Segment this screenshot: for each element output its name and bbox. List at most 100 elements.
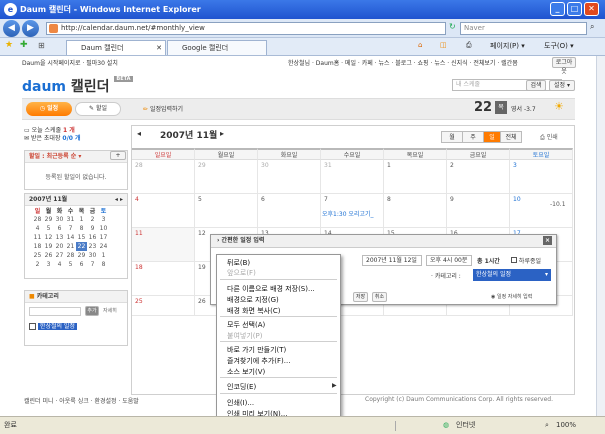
- tools-menu[interactable]: 도구(O) ▾: [544, 41, 574, 51]
- day-cell[interactable]: 8: [384, 194, 447, 228]
- allday-checkbox[interactable]: [511, 257, 517, 263]
- todo-add-button[interactable]: +: [110, 151, 126, 160]
- refresh-icon[interactable]: ↻: [449, 22, 456, 31]
- add-favorite-icon[interactable]: ✚: [20, 40, 28, 50]
- tab-todo[interactable]: ✎ 할일: [75, 102, 121, 116]
- day-cell[interactable]: 1: [384, 160, 447, 194]
- menu-item[interactable]: 인코딩(E): [227, 382, 256, 392]
- mini-day[interactable]: 2: [32, 260, 43, 269]
- time-input[interactable]: 오후 4시 00분: [426, 255, 472, 266]
- mini-day[interactable]: 30: [54, 215, 65, 224]
- mini-day[interactable]: 1: [76, 215, 87, 224]
- menu-item[interactable]: 바로 가기 만들기(T): [227, 345, 286, 355]
- browser-search-input[interactable]: Naver: [460, 22, 587, 35]
- mini-day[interactable]: 5: [65, 260, 76, 269]
- menu-item[interactable]: 뒤로(B): [227, 258, 250, 268]
- sidebar-bottom-links[interactable]: 캘린더 미니 · 아웃룩 싱크 · 환경설정 · 도움말: [24, 396, 139, 405]
- mini-day[interactable]: 12: [43, 233, 54, 242]
- view-button-0[interactable]: 월: [441, 131, 463, 143]
- home-icon[interactable]: ⌂: [418, 41, 422, 49]
- feeds-icon[interactable]: ◫: [440, 41, 447, 49]
- category-name-input[interactable]: [29, 307, 81, 316]
- day-cell[interactable]: 25: [132, 296, 195, 316]
- mini-day[interactable]: 8: [98, 260, 109, 269]
- mini-day[interactable]: 29: [43, 215, 54, 224]
- mini-day[interactable]: 27: [54, 251, 65, 260]
- zoom-icon[interactable]: ⌕: [545, 417, 549, 433]
- prev-month-icon[interactable]: ◂: [137, 129, 141, 138]
- day-cell[interactable]: 2: [447, 160, 510, 194]
- maximize-button[interactable]: □: [567, 2, 582, 16]
- favorites-star-icon[interactable]: ★: [5, 40, 13, 50]
- mini-day[interactable]: 20: [54, 242, 65, 251]
- mini-day[interactable]: 21: [65, 242, 76, 251]
- menu-item[interactable]: 인쇄(I)...: [227, 398, 254, 408]
- mini-day[interactable]: 4: [32, 224, 43, 233]
- url-input[interactable]: http://calendar.daum.net/#monthly_view: [46, 22, 446, 35]
- mini-calendar-nav-icon[interactable]: ◂ ▸: [115, 194, 123, 205]
- mini-day[interactable]: 17: [98, 233, 109, 242]
- mini-day[interactable]: 19: [43, 242, 54, 251]
- tab-list-icon[interactable]: ⊞: [38, 41, 45, 50]
- search-button[interactable]: 검색: [526, 80, 546, 91]
- mini-day[interactable]: 25: [32, 251, 43, 260]
- category-checkbox[interactable]: [29, 323, 36, 330]
- category-manage-link[interactable]: 자세히: [103, 307, 117, 314]
- mini-day[interactable]: 3: [43, 260, 54, 269]
- day-cell[interactable]: 6: [258, 194, 321, 228]
- logout-button[interactable]: 로그아웃: [552, 57, 576, 75]
- close-tab-icon[interactable]: ✕: [156, 41, 162, 55]
- day-cell[interactable]: 18: [132, 262, 195, 296]
- menu-item[interactable]: 배경으로 지정(G): [227, 295, 279, 305]
- category-item[interactable]: 한상철의 일정: [29, 321, 77, 330]
- mini-day[interactable]: 14: [65, 233, 76, 242]
- next-month-icon[interactable]: ▸: [220, 129, 224, 138]
- dialog-close-icon[interactable]: ×: [543, 236, 552, 245]
- mini-day[interactable]: 24: [98, 242, 109, 251]
- mini-day[interactable]: 3: [98, 215, 109, 224]
- menu-item[interactable]: 즐겨찾기에 추가(F)...: [227, 356, 290, 366]
- mini-day[interactable]: 9: [87, 224, 98, 233]
- mini-day[interactable]: 6: [76, 260, 87, 269]
- mini-day[interactable]: 30: [87, 251, 98, 260]
- day-cell[interactable]: 4: [132, 194, 195, 228]
- cancel-button[interactable]: 취소: [372, 292, 387, 302]
- mini-day[interactable]: 8: [76, 224, 87, 233]
- mini-day[interactable]: 31: [65, 215, 76, 224]
- day-cell[interactable]: 3: [510, 160, 573, 194]
- mini-day[interactable]: 4: [54, 260, 65, 269]
- mini-day[interactable]: 29: [76, 251, 87, 260]
- close-button[interactable]: ✕: [584, 2, 599, 16]
- menu-item[interactable]: 소스 보기(V): [227, 367, 265, 377]
- mini-day[interactable]: 13: [54, 233, 65, 242]
- day-cell[interactable]: 29: [195, 160, 258, 194]
- allday-option[interactable]: 하루종일: [511, 256, 541, 265]
- mini-day[interactable]: 2: [87, 215, 98, 224]
- mini-day[interactable]: 7: [87, 260, 98, 269]
- top-left-links[interactable]: Daum을 시작페이지로 · 필마30 설치: [22, 58, 118, 67]
- category-select[interactable]: 한상철의 일정 ▾: [473, 269, 551, 281]
- print-link[interactable]: ⎙ 인쇄: [540, 132, 558, 142]
- mini-day[interactable]: 10: [98, 224, 109, 233]
- category-add-button[interactable]: 추가: [85, 306, 99, 316]
- mini-day[interactable]: 5: [43, 224, 54, 233]
- tab-google-calendar[interactable]: Google 캘린더: [167, 40, 267, 55]
- daum-calendar-logo[interactable]: daum 캘린더 BETA: [22, 76, 133, 96]
- vertical-scrollbar[interactable]: [596, 56, 605, 416]
- menu-item[interactable]: 다른 이름으로 배경 저장(S)...: [227, 284, 315, 294]
- mini-day[interactable]: 15: [76, 233, 87, 242]
- search-icon[interactable]: ⌕: [590, 22, 594, 32]
- mini-day[interactable]: 6: [54, 224, 65, 233]
- settings-button[interactable]: 설정 ▾: [549, 80, 575, 91]
- page-menu[interactable]: 페이지(P) ▾: [490, 41, 525, 51]
- day-cell[interactable]: 5: [195, 194, 258, 228]
- view-button-2[interactable]: 일: [483, 131, 501, 143]
- mini-day[interactable]: 23: [87, 242, 98, 251]
- mini-day[interactable]: 28: [65, 251, 76, 260]
- menu-item[interactable]: 모두 선택(A): [227, 320, 265, 330]
- tab-daum-calendar[interactable]: Daum 캘린더 ✕: [66, 40, 166, 55]
- mini-day[interactable]: 16: [87, 233, 98, 242]
- mini-day[interactable]: 1: [98, 251, 109, 260]
- back-button[interactable]: ◀: [3, 20, 20, 37]
- view-button-3[interactable]: 전체: [500, 131, 522, 143]
